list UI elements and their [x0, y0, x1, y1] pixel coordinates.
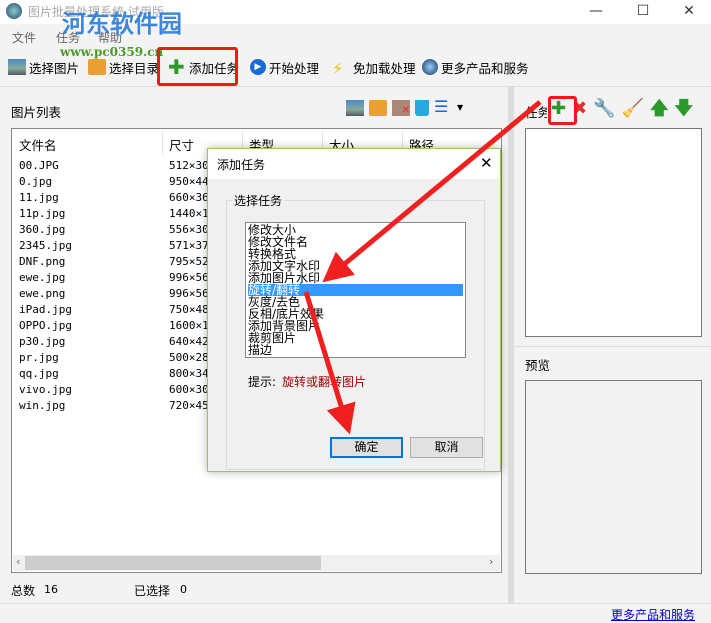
arrow-to-ok-button [303, 291, 356, 435]
annotation-arrows [303, 100, 542, 435]
arrow-to-list-item [322, 100, 542, 283]
